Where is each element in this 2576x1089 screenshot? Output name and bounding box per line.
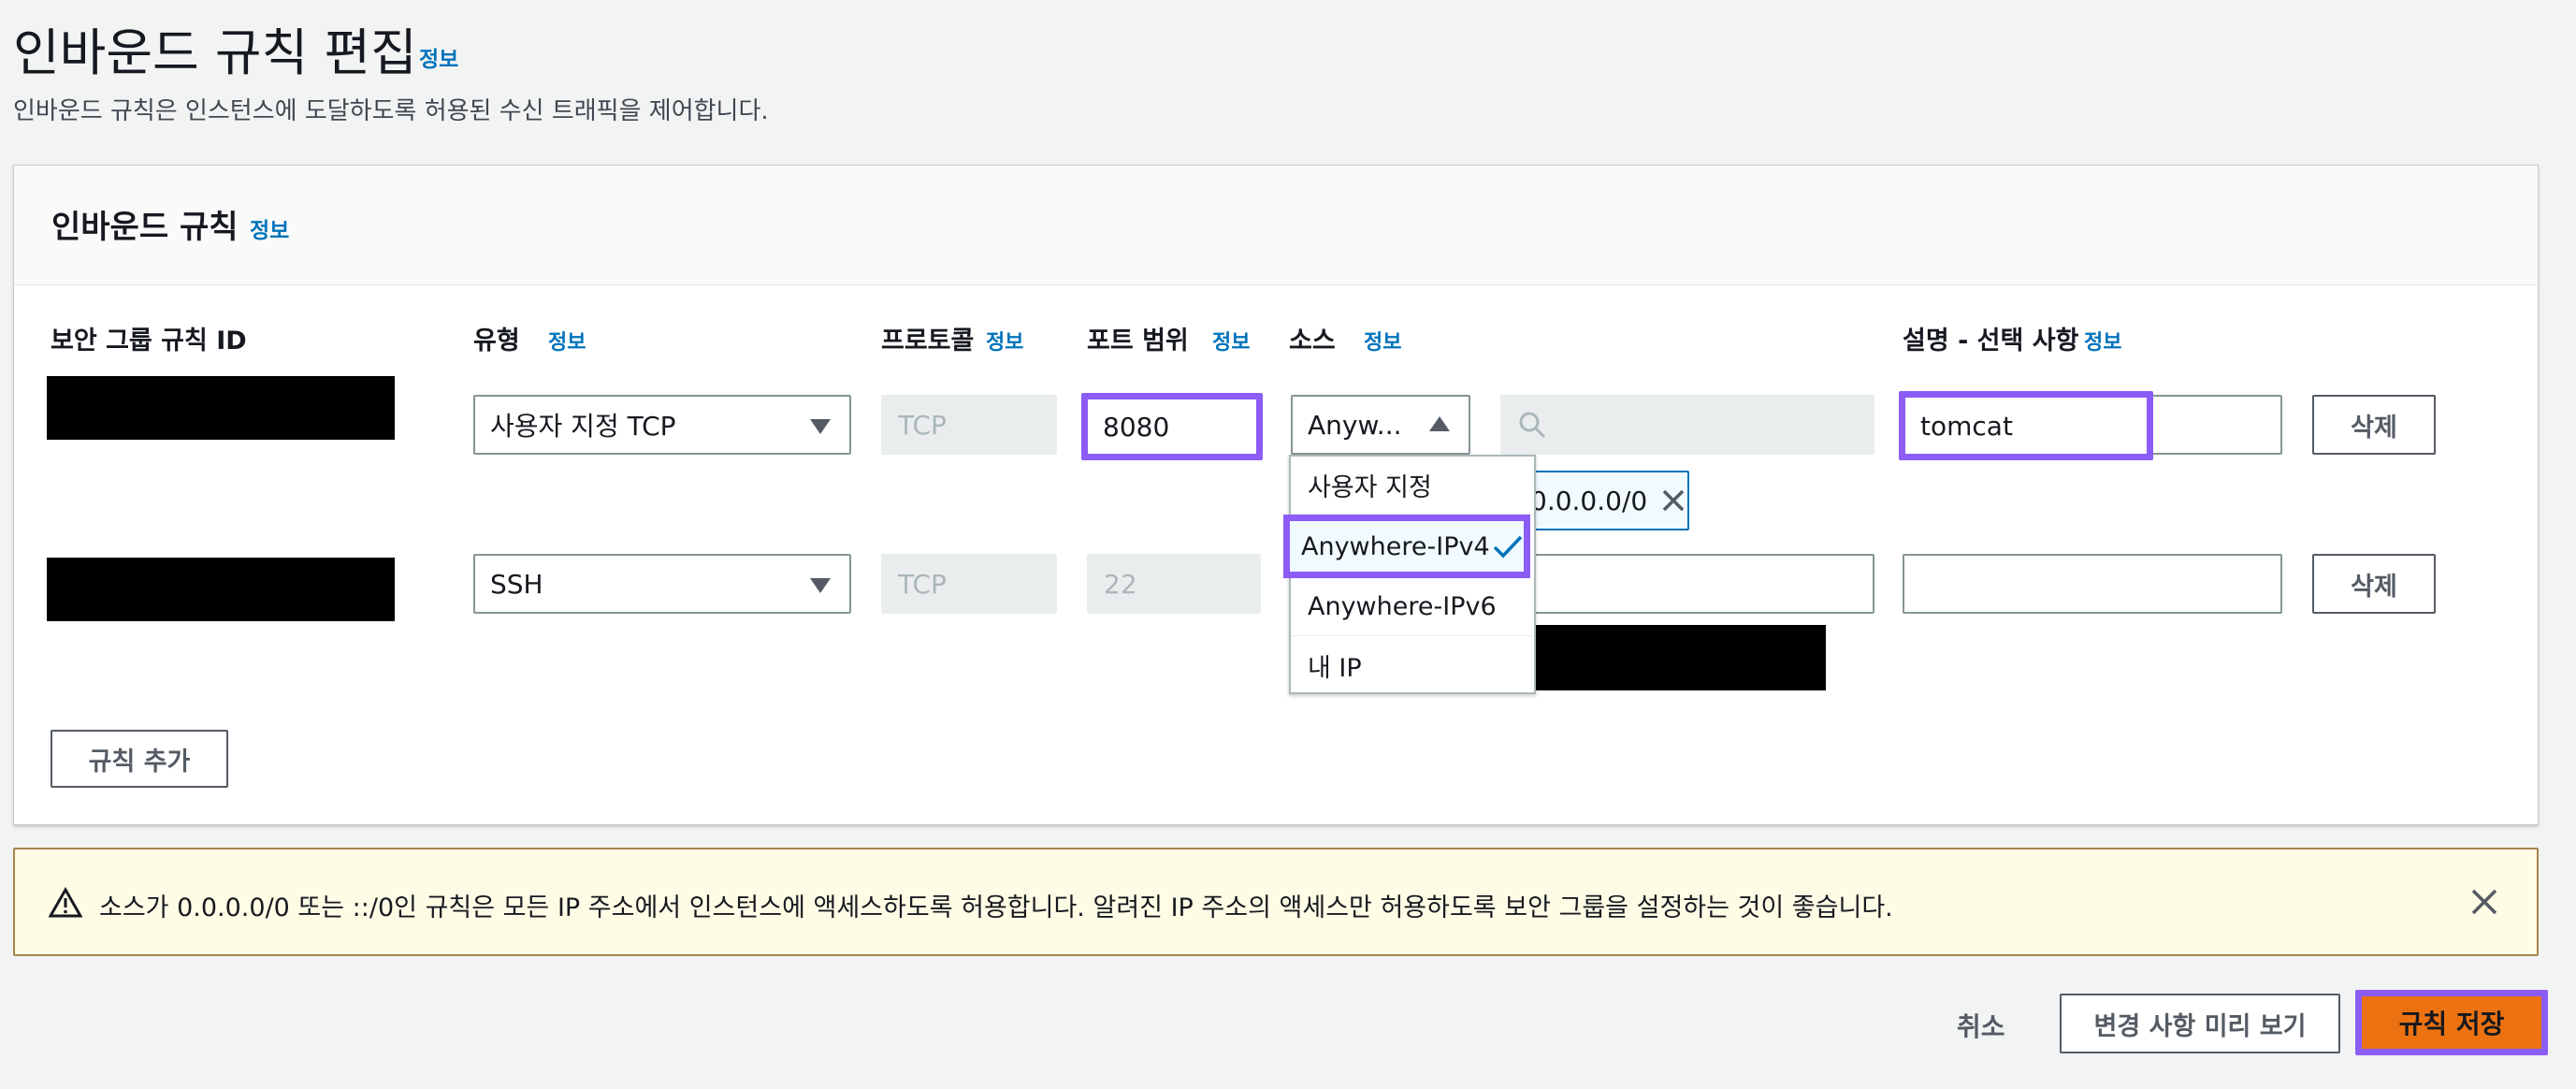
search-icon	[1519, 412, 1546, 439]
type-select-row-1[interactable]: 사용자 지정 TCP	[473, 395, 851, 455]
protocol-field-row-1: TCP	[881, 395, 1057, 455]
cidr-search-row-2[interactable]	[1500, 554, 1874, 614]
redacted-cidr	[1517, 625, 1826, 690]
source-option-anywhere-ipv4[interactable]: Anywhere-IPv4	[1283, 515, 1530, 578]
save-rules-button[interactable]: 규칙 저장	[2355, 990, 2548, 1055]
preview-changes-button[interactable]: 변경 사항 미리 보기	[2060, 994, 2340, 1053]
description-input-row-2[interactable]	[1903, 554, 2282, 614]
close-icon[interactable]	[2469, 887, 2499, 917]
source-select-value: Anyw...	[1308, 409, 1402, 441]
description-value-row-1[interactable]: tomcat	[1899, 391, 2153, 460]
cidr-token-value: 0.0.0.0/0	[1530, 485, 1648, 516]
source-option-label: Anywhere-IPv4	[1301, 531, 1490, 561]
column-port-range: 포트 범위	[1087, 327, 1189, 356]
delete-button-row-1[interactable]: 삭제	[2312, 395, 2436, 455]
column-protocol: 프로토콜	[881, 327, 975, 356]
type-select-value: SSH	[490, 568, 543, 600]
source-dropdown: 사용자 지정 Anywhere-IPv4 Anywhere-IPv6 내 IP	[1283, 455, 1536, 694]
column-port-info-link[interactable]: 정보	[1212, 326, 1250, 356]
column-protocol-info-link[interactable]: 정보	[986, 326, 1023, 356]
page-title: 인바운드 규칙 편집	[13, 23, 417, 82]
title-info-link[interactable]: 정보	[419, 41, 458, 73]
source-option-anywhere-ipv6[interactable]: Anywhere-IPv6	[1291, 578, 1534, 636]
cidr-token: 0.0.0.0/0	[1517, 471, 1689, 530]
panel-info-link[interactable]: 정보	[250, 212, 289, 244]
column-rule-id: 보안 그룹 규칙 ID	[51, 327, 247, 356]
column-source-info-link[interactable]: 정보	[1364, 326, 1401, 356]
protocol-field-row-2: TCP	[881, 554, 1057, 614]
warning-icon	[49, 887, 82, 918]
column-description-info-link[interactable]: 정보	[2084, 326, 2121, 356]
column-source: 소스	[1289, 327, 1336, 356]
type-select-value: 사용자 지정 TCP	[490, 411, 676, 442]
source-option-custom[interactable]: 사용자 지정	[1291, 457, 1534, 515]
add-rule-button[interactable]: 규칙 추가	[51, 730, 228, 788]
column-description: 설명 - 선택 사항	[1903, 327, 2079, 356]
column-type-info-link[interactable]: 정보	[548, 326, 586, 356]
type-select-row-2[interactable]: SSH	[473, 554, 851, 614]
check-icon	[1493, 535, 1522, 559]
warning-alert: 소스가 0.0.0.0/0 또는 ::/0인 규칙은 모든 IP 주소에서 인스…	[13, 848, 2539, 956]
caret-up-icon	[1429, 416, 1450, 431]
panel-header: 인바운드 규칙 정보	[14, 166, 2538, 285]
port-field-row-2: 22	[1087, 554, 1261, 614]
cidr-search-row-1[interactable]	[1500, 395, 1874, 455]
warning-text: 소스가 0.0.0.0/0 또는 ::/0인 규칙은 모든 IP 주소에서 인스…	[99, 893, 1893, 922]
source-option-my-ip[interactable]: 내 IP	[1291, 636, 1534, 694]
redacted-rule-id	[47, 376, 395, 440]
close-icon[interactable]	[1660, 487, 1686, 514]
source-select-row-1[interactable]: Anyw...	[1291, 395, 1470, 455]
inbound-rules-panel: 인바운드 규칙 정보	[13, 165, 2539, 825]
panel-title: 인바운드 규칙	[51, 209, 239, 246]
caret-down-icon	[810, 419, 831, 434]
delete-button-row-2[interactable]: 삭제	[2312, 554, 2436, 614]
redacted-rule-id	[47, 558, 395, 621]
page-description: 인바운드 규칙은 인스턴스에 도달하도록 허용된 수신 트래픽을 제어합니다.	[13, 97, 769, 125]
column-type: 유형	[473, 327, 520, 356]
cancel-button[interactable]: 취소	[1957, 1007, 2005, 1044]
caret-down-icon	[810, 578, 831, 593]
port-input-row-1[interactable]: 8080	[1081, 393, 1263, 460]
